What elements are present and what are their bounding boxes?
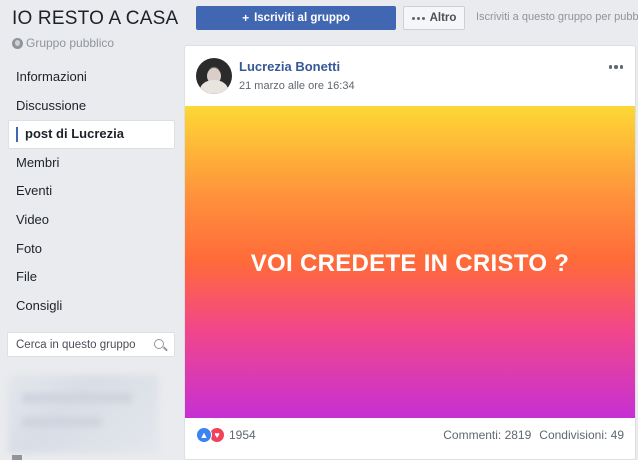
post-timestamp[interactable]: 21 marzo alle ore 16:34 [239,80,355,92]
reactions-summary[interactable]: ▲ ♥ 1954 [196,427,256,443]
more-dots-icon [411,16,425,20]
post-options-icon[interactable] [607,61,626,73]
nav-item-post-di-lucrezia[interactable]: post di Lucrezia [8,120,175,149]
join-group-label: Iscriviti al gruppo [254,12,350,24]
group-privacy-label: Gruppo pubblico [12,36,114,50]
join-group-button[interactable]: + Iscriviti al gruppo [196,6,396,30]
group-type-text: Gruppo pubblico [26,36,115,50]
post-card: Lucrezia Bonetti 21 marzo alle ore 16:34… [184,45,636,460]
left-sidebar: IO RESTO A CASA Gruppo pubblico Informaz… [0,0,184,460]
group-search-input[interactable] [16,338,146,351]
reaction-count: 1954 [229,428,256,442]
comments-count[interactable]: Commenti: 2819 [443,428,531,442]
post-image[interactable]: VOI CREDETE IN CRISTO ? [185,106,635,418]
like-icon: ▲ [196,427,212,443]
more-button[interactable]: Altro [403,6,465,30]
nav-item-eventi[interactable]: Eventi [8,177,175,206]
plus-icon: + [242,11,250,25]
nav-item-file[interactable]: File [8,263,175,292]
nav-item-membri[interactable]: Membri [8,149,175,178]
nav-item-discussione[interactable]: Discussione [8,92,175,121]
nav-item-informazioni[interactable]: Informazioni [8,63,175,92]
group-title[interactable]: IO RESTO A CASA [12,8,178,30]
globe-icon [12,37,23,49]
avatar[interactable] [196,58,232,94]
group-nav: Informazioni Discussione post di Lucrezi… [8,63,175,320]
post-author[interactable]: Lucrezia Bonetti [239,59,340,74]
more-label: Altro [429,12,457,24]
join-hint-text: Iscriviti a questo gruppo per pubblicare [476,11,638,23]
post-stats: Commenti: 2819 Condivisioni: 49 [443,428,624,442]
nav-item-foto[interactable]: Foto [8,235,175,264]
nav-item-video[interactable]: Video [8,206,175,235]
post-image-text: VOI CREDETE IN CRISTO ? [250,250,570,277]
nav-item-consigli[interactable]: Consigli [8,292,175,321]
partial-icon [12,455,22,460]
shares-count[interactable]: Condivisioni: 49 [539,428,624,442]
blurred-content [8,375,158,453]
group-search-box [7,332,175,357]
search-icon[interactable] [154,339,164,349]
